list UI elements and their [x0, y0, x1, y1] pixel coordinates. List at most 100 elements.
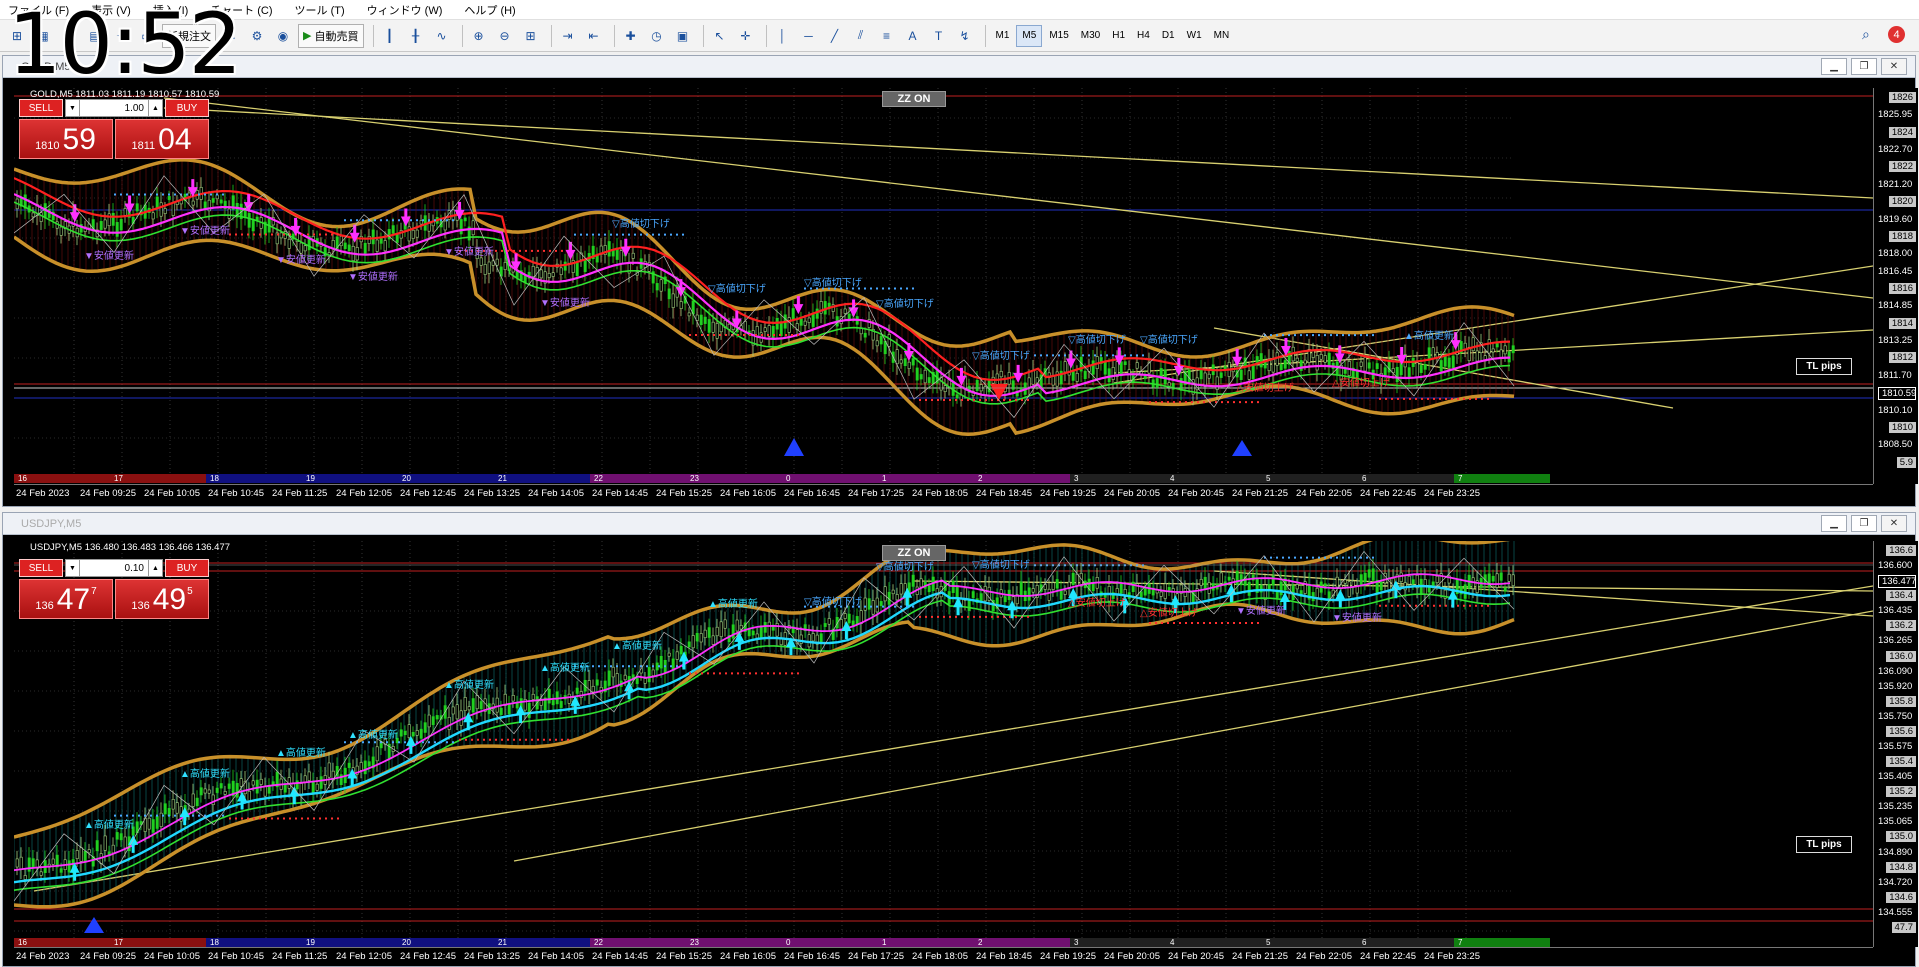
candle-body [435, 715, 439, 720]
auto-trade-button[interactable]: ▶ 自動売買 [298, 23, 364, 48]
cursor-icon[interactable]: ↖ [709, 24, 731, 48]
zoom-out-icon[interactable]: ⊖ [494, 24, 516, 48]
tile-windows-icon[interactable]: ⊞ [520, 24, 542, 48]
time-axis[interactable]: 24 Feb 2023 24 Feb 09:25 24 Feb 10:05 24 Fe… [14, 484, 1873, 502]
sell-price[interactable]: 136 47 7 [19, 579, 113, 619]
timeframe-d1[interactable]: D1 [1157, 25, 1180, 47]
indicators-icon[interactable]: ✚ [620, 24, 642, 48]
candle-body [111, 844, 115, 854]
candle-body [267, 785, 271, 794]
candle-body [559, 701, 563, 708]
sell-price-pips: 59 [62, 123, 96, 156]
candle-chart-icon[interactable]: ╂ [405, 24, 427, 48]
lot-value[interactable]: 0.10 [80, 563, 148, 574]
search-icon[interactable]: ⌕ [1862, 26, 1870, 43]
lot-decrease-icon[interactable]: ▼ [66, 100, 80, 116]
candle-body [1439, 360, 1443, 372]
buy-price[interactable]: 1811 04 [115, 119, 209, 159]
signal-annotation: ▼安値更新 [1332, 613, 1382, 625]
time-axis-label: 24 Feb 13:25 [464, 488, 520, 499]
chart-window-usdjpy[interactable]: USDJPY,M5 ▁ ❐ ✕ USDJPY,M5 136.480 136.48… [2, 512, 1918, 967]
equidistant-channel-icon[interactable]: ⫽ [850, 24, 872, 48]
candle-body [575, 262, 579, 276]
time-axis-label: 24 Feb 12:05 [336, 488, 392, 499]
tl-pips-button[interactable]: TL pips [1796, 836, 1852, 853]
candle-body [623, 674, 627, 681]
timeframe-w1[interactable]: W1 [1182, 25, 1207, 47]
lot-value[interactable]: 1.00 [80, 103, 148, 114]
close-button[interactable]: ✕ [1881, 515, 1907, 532]
menu-window[interactable]: ウィンドウ (W) [367, 2, 443, 18]
bar-chart-icon[interactable]: ┃ [379, 24, 401, 48]
lot-increase-icon[interactable]: ▲ [148, 560, 162, 576]
timeframe-h4[interactable]: H4 [1132, 25, 1155, 47]
price-chart[interactable]: USDJPY,M5 136.480 136.483 136.466 136.47… [14, 541, 1873, 947]
price-chart[interactable]: GOLD,M5 1811.03 1811.19 1810.57 1810.59 … [14, 88, 1873, 484]
candle-body [823, 623, 827, 627]
signal-annotation: ▽高値切下げ [612, 219, 670, 231]
buy-button[interactable]: BUY [165, 99, 209, 117]
candle-body [1027, 377, 1031, 388]
lot-size-input[interactable]: ▼ 0.10 ▲ [65, 559, 163, 577]
candle-body [31, 858, 35, 869]
horizontal-line-icon[interactable]: ─ [798, 24, 820, 48]
templates-icon[interactable]: ▣ [672, 24, 694, 48]
line-chart-icon[interactable]: ∿ [431, 24, 453, 48]
timeframe-m5[interactable]: M5 [1016, 24, 1043, 47]
timeframe-mn[interactable]: MN [1209, 25, 1235, 47]
candle-body [955, 585, 959, 598]
lot-increase-icon[interactable]: ▲ [148, 100, 162, 116]
candle-body [679, 301, 683, 309]
candle-body [1131, 581, 1135, 592]
chart-window-gold[interactable]: GOLD,M5 ▁ ❐ ✕ GOLD,M5 1811.03 1811.19 18… [2, 55, 1918, 507]
menu-help[interactable]: ヘルプ (H) [464, 2, 515, 18]
notification-badge[interactable]: 4 [1888, 26, 1905, 43]
restore-button[interactable]: ❐ [1851, 58, 1877, 75]
candle-body [1319, 354, 1323, 360]
vertical-line-icon[interactable]: │ [772, 24, 794, 48]
restore-button[interactable]: ❐ [1851, 515, 1877, 532]
lot-size-input[interactable]: ▼ 1.00 ▲ [65, 99, 163, 117]
timeframe-m15[interactable]: M15 [1044, 25, 1073, 47]
toolbar-separator [461, 24, 463, 47]
timeframe-m1[interactable]: M1 [991, 25, 1015, 47]
zz-on-button[interactable]: ZZ ON [882, 91, 946, 107]
one-click-trading-panel: SELL ▼ 1.00 ▲ BUY 1810 59 1811 04 [19, 99, 209, 163]
candle-body [1511, 345, 1515, 354]
candle-body [667, 288, 671, 300]
strategy-tester-icon[interactable]: ⚙ [246, 24, 268, 48]
price-axis[interactable]: 1826 1825.95 1824 1822.70 1822 1821.20 1820 181… [1873, 88, 1918, 484]
text-icon[interactable]: A [902, 24, 924, 48]
candle-body [1071, 371, 1075, 381]
signals-icon[interactable]: ◉ [272, 24, 294, 48]
minimize-button[interactable]: ▁ [1821, 58, 1847, 75]
autoscroll-icon[interactable]: ⇥ [557, 24, 579, 48]
lot-decrease-icon[interactable]: ▼ [66, 560, 80, 576]
buy-button[interactable]: BUY [165, 559, 209, 577]
chart-shift-icon[interactable]: ⇤ [583, 24, 605, 48]
tl-pips-button[interactable]: TL pips [1796, 358, 1852, 375]
minimize-button[interactable]: ▁ [1821, 515, 1847, 532]
price-axis-label: 135.065 [1878, 816, 1913, 828]
candle-body [1419, 365, 1423, 373]
text-label-icon[interactable]: T [928, 24, 950, 48]
time-axis[interactable]: 24 Feb 2023 24 Feb 09:25 24 Feb 10:05 24 Fe… [14, 947, 1873, 965]
sell-button[interactable]: SELL [19, 559, 63, 577]
crosshair-icon[interactable]: ✛ [735, 24, 757, 48]
fibonacci-icon[interactable]: ≡ [876, 24, 898, 48]
candle-body [843, 308, 847, 314]
arrows-icon[interactable]: ↯ [954, 24, 976, 48]
price-axis-label: 135.235 [1878, 801, 1913, 813]
trendline-icon[interactable]: ╱ [824, 24, 846, 48]
zoom-in-icon[interactable]: ⊕ [468, 24, 490, 48]
timeframe-m30[interactable]: M30 [1076, 25, 1105, 47]
candle-body [711, 635, 715, 645]
close-button[interactable]: ✕ [1881, 58, 1907, 75]
periods-icon[interactable]: ◷ [646, 24, 668, 48]
menu-tools[interactable]: ツール (T) [295, 2, 345, 18]
buy-price[interactable]: 136 49 5 [115, 579, 209, 619]
timeframe-h1[interactable]: H1 [1107, 25, 1130, 47]
sell-button[interactable]: SELL [19, 99, 63, 117]
sell-price[interactable]: 1810 59 [19, 119, 113, 159]
price-axis[interactable]: 136.6 136.600 136.477 136.4 136.435 136.2 136.… [1873, 541, 1918, 947]
